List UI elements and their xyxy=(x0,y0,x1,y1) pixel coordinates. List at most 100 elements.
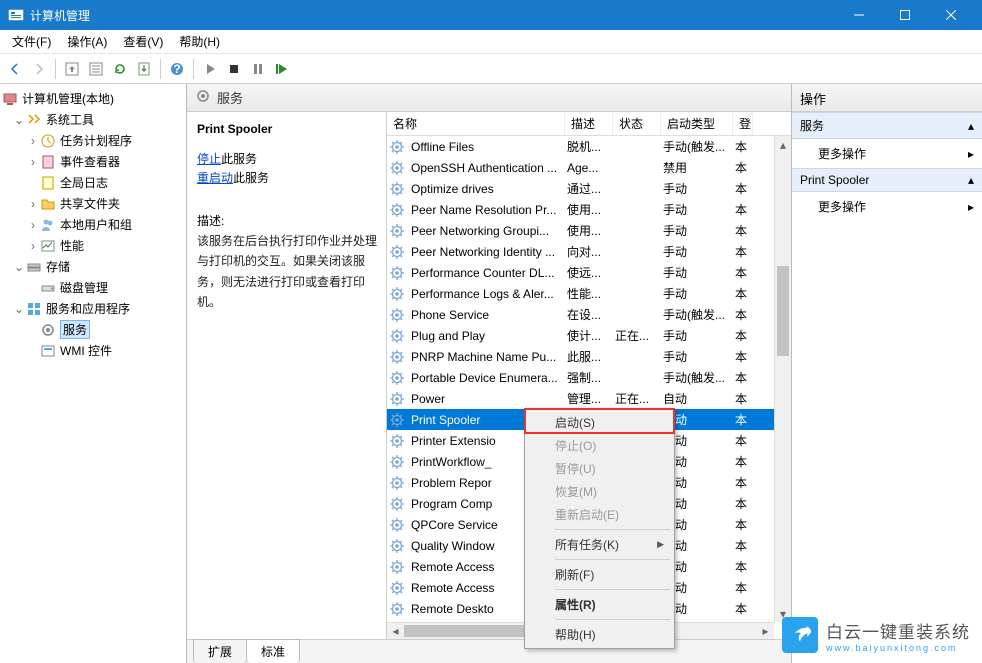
tree-system-tools[interactable]: 系统工具 xyxy=(46,111,94,128)
col-name[interactable]: 名称 xyxy=(387,112,565,135)
expand-icon[interactable]: › xyxy=(26,134,40,148)
minimize-button[interactable] xyxy=(836,0,882,30)
pause-tool-button[interactable] xyxy=(247,58,269,80)
cell-startup: 禁用 xyxy=(661,159,733,176)
menu-help[interactable]: 帮助(H) xyxy=(171,31,228,52)
table-row[interactable]: Offline Files脱机...手动(触发...本 xyxy=(387,136,791,157)
table-row[interactable]: Plug and Play使计...正在...手动本 xyxy=(387,325,791,346)
ctx-help[interactable]: 帮助(H) xyxy=(527,623,672,646)
menu-view[interactable]: 查看(V) xyxy=(115,31,171,52)
table-row[interactable]: Performance Logs & Aler...性能...手动本 xyxy=(387,283,791,304)
expand-icon[interactable]: › xyxy=(26,239,40,253)
app-icon xyxy=(8,7,24,23)
table-row[interactable]: Peer Networking Groupi...使用...手动本 xyxy=(387,220,791,241)
maximize-button[interactable] xyxy=(882,0,928,30)
play-button[interactable] xyxy=(199,58,221,80)
stop-tool-button[interactable] xyxy=(223,58,245,80)
cell-desc: 使用... xyxy=(565,201,613,218)
table-row[interactable]: Performance Counter DL...使远...手动本 xyxy=(387,262,791,283)
ctx-restart[interactable]: 重新启动(E) xyxy=(527,503,672,526)
col-desc[interactable]: 描述 xyxy=(565,112,613,135)
pane-header: 服务 xyxy=(187,84,791,112)
expand-icon[interactable]: › xyxy=(26,197,40,211)
export-button[interactable] xyxy=(133,58,155,80)
close-button[interactable] xyxy=(928,0,974,30)
expand-icon[interactable]: › xyxy=(26,218,40,232)
cell-startup: 手动(触发... xyxy=(661,138,733,155)
help-button[interactable]: ? xyxy=(166,58,188,80)
tree-disk-mgmt[interactable]: 磁盘管理 xyxy=(60,279,108,296)
col-logon[interactable]: 登 xyxy=(733,112,753,135)
tree-shared-folders[interactable]: 共享文件夹 xyxy=(60,195,120,212)
tree-storage[interactable]: 存储 xyxy=(46,258,70,275)
refresh-button[interactable] xyxy=(109,58,131,80)
cell-logon: 本 xyxy=(733,159,753,176)
scroll-right-icon[interactable]: ▸ xyxy=(757,623,774,639)
table-row[interactable]: Power管理...正在...自动本 xyxy=(387,388,791,409)
tab-standard[interactable]: 标准 xyxy=(246,639,300,663)
chevron-right-icon: ▸ xyxy=(968,147,974,161)
up-button[interactable] xyxy=(61,58,83,80)
table-row[interactable]: Optimize drives通过...手动本 xyxy=(387,178,791,199)
tree-services[interactable]: 服务 xyxy=(60,320,90,339)
stop-service-link[interactable]: 停止 xyxy=(197,152,221,166)
cell-name: Plug and Play xyxy=(409,329,565,343)
collapse-icon[interactable]: ⌄ xyxy=(12,113,26,127)
table-row[interactable]: PNRP Machine Name Pu...此服...手动本 xyxy=(387,346,791,367)
scroll-up-icon[interactable]: ▴ xyxy=(775,136,791,153)
gear-icon xyxy=(195,88,211,107)
table-row[interactable]: OpenSSH Authentication ...Age...禁用本 xyxy=(387,157,791,178)
cell-desc: 管理... xyxy=(565,390,613,407)
tree-global-log[interactable]: 全局日志 xyxy=(60,174,108,191)
scroll-thumb[interactable] xyxy=(777,266,789,356)
gear-icon xyxy=(389,601,405,617)
collapse-icon[interactable]: ⌄ xyxy=(12,260,26,274)
ctx-start[interactable]: 启动(S) xyxy=(527,411,672,434)
ctx-refresh[interactable]: 刷新(F) xyxy=(527,563,672,586)
col-status[interactable]: 状态 xyxy=(613,112,661,135)
restart-tool-button[interactable] xyxy=(271,58,293,80)
cell-name: Performance Logs & Aler... xyxy=(409,287,565,301)
restart-service-link[interactable]: 重启动 xyxy=(197,171,233,185)
scroll-left-icon[interactable]: ◂ xyxy=(387,623,404,639)
tree-wmi[interactable]: WMI 控件 xyxy=(60,342,112,359)
gear-icon xyxy=(389,475,405,491)
table-row[interactable]: Phone Service在设...手动(触发...本 xyxy=(387,304,791,325)
table-row[interactable]: Peer Networking Identity ...向对...手动本 xyxy=(387,241,791,262)
tree-task-scheduler[interactable]: 任务计划程序 xyxy=(60,132,132,149)
ctx-all-tasks[interactable]: 所有任务(K)▶ xyxy=(527,533,672,556)
table-row[interactable]: Peer Name Resolution Pr...使用...手动本 xyxy=(387,199,791,220)
tree-performance[interactable]: 性能 xyxy=(60,237,84,254)
cell-desc: 强制... xyxy=(565,369,613,386)
tree-services-apps[interactable]: 服务和应用程序 xyxy=(46,300,130,317)
cell-startup: 手动 xyxy=(661,243,733,260)
ctx-pause[interactable]: 暂停(U) xyxy=(527,457,672,480)
ctx-properties[interactable]: 属性(R) xyxy=(527,593,672,616)
properties-button[interactable] xyxy=(85,58,107,80)
cell-desc: 使用... xyxy=(565,222,613,239)
tree-local-users[interactable]: 本地用户和组 xyxy=(60,216,132,233)
tab-extended[interactable]: 扩展 xyxy=(193,639,247,663)
menu-file[interactable]: 文件(F) xyxy=(4,31,59,52)
table-row[interactable]: Portable Device Enumera...强制...手动(触发...本 xyxy=(387,367,791,388)
vertical-scrollbar[interactable]: ▴ ▾ xyxy=(774,136,791,622)
action-more-1[interactable]: 更多操作▸ xyxy=(792,139,982,168)
back-button[interactable] xyxy=(4,58,26,80)
event-icon xyxy=(40,154,56,170)
collapse-icon: ▴ xyxy=(968,119,974,133)
ctx-resume[interactable]: 恢复(M) xyxy=(527,480,672,503)
collapse-icon[interactable]: ⌄ xyxy=(12,302,26,316)
expand-icon[interactable]: › xyxy=(26,155,40,169)
action-group-printspooler[interactable]: Print Spooler▴ xyxy=(792,168,982,192)
col-startup[interactable]: 启动类型 xyxy=(661,112,733,135)
tree-root[interactable]: 计算机管理(本地) xyxy=(22,90,114,107)
ctx-stop[interactable]: 停止(O) xyxy=(527,434,672,457)
action-group-services[interactable]: 服务▴ xyxy=(792,112,982,139)
menu-action[interactable]: 操作(A) xyxy=(59,31,115,52)
action-more-2[interactable]: 更多操作▸ xyxy=(792,192,982,221)
view-tabs: 扩展 标准 xyxy=(187,639,791,663)
forward-button[interactable] xyxy=(28,58,50,80)
tree-event-viewer[interactable]: 事件查看器 xyxy=(60,153,120,170)
toolbar: ? xyxy=(0,54,982,84)
cell-startup: 自动 xyxy=(661,390,733,407)
